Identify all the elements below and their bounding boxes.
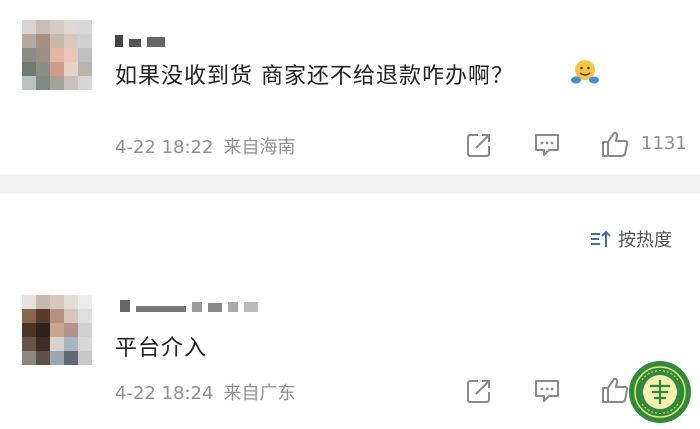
share-icon[interactable] — [466, 378, 492, 404]
share-icon[interactable] — [466, 132, 492, 158]
like-count: 1131 — [641, 133, 687, 154]
section-divider — [0, 175, 700, 193]
thumbs-up-icon[interactable] — [601, 130, 629, 158]
comment-icon[interactable] — [533, 132, 561, 158]
comment-meta: 4-22 18:24 来自广东 — [115, 379, 295, 405]
username[interactable] — [115, 33, 165, 47]
comment-meta: 4-22 18:22 来自海南 — [115, 133, 295, 159]
seal-watermark-icon — [629, 361, 691, 423]
sort-button[interactable]: 按热度 — [590, 226, 672, 252]
sort-label: 按热度 — [618, 230, 672, 251]
sort-icon — [591, 230, 611, 247]
comment-location: 来自海南 — [223, 137, 296, 158]
comment-date: 4-22 18:24 — [115, 383, 214, 404]
avatar[interactable] — [22, 295, 92, 365]
comment-icon[interactable] — [533, 378, 561, 404]
comment-location: 来自广东 — [223, 383, 296, 404]
comment-date: 4-22 18:22 — [115, 137, 214, 158]
comment-text: 平台介入 — [115, 336, 208, 361]
thumbs-up-icon[interactable] — [601, 376, 629, 404]
comment-text: 如果没收到货 商家还不给退款咋办啊？ — [115, 64, 514, 89]
hugging-face-emoji — [571, 60, 599, 84]
avatar[interactable] — [22, 20, 92, 90]
username[interactable] — [120, 298, 258, 312]
